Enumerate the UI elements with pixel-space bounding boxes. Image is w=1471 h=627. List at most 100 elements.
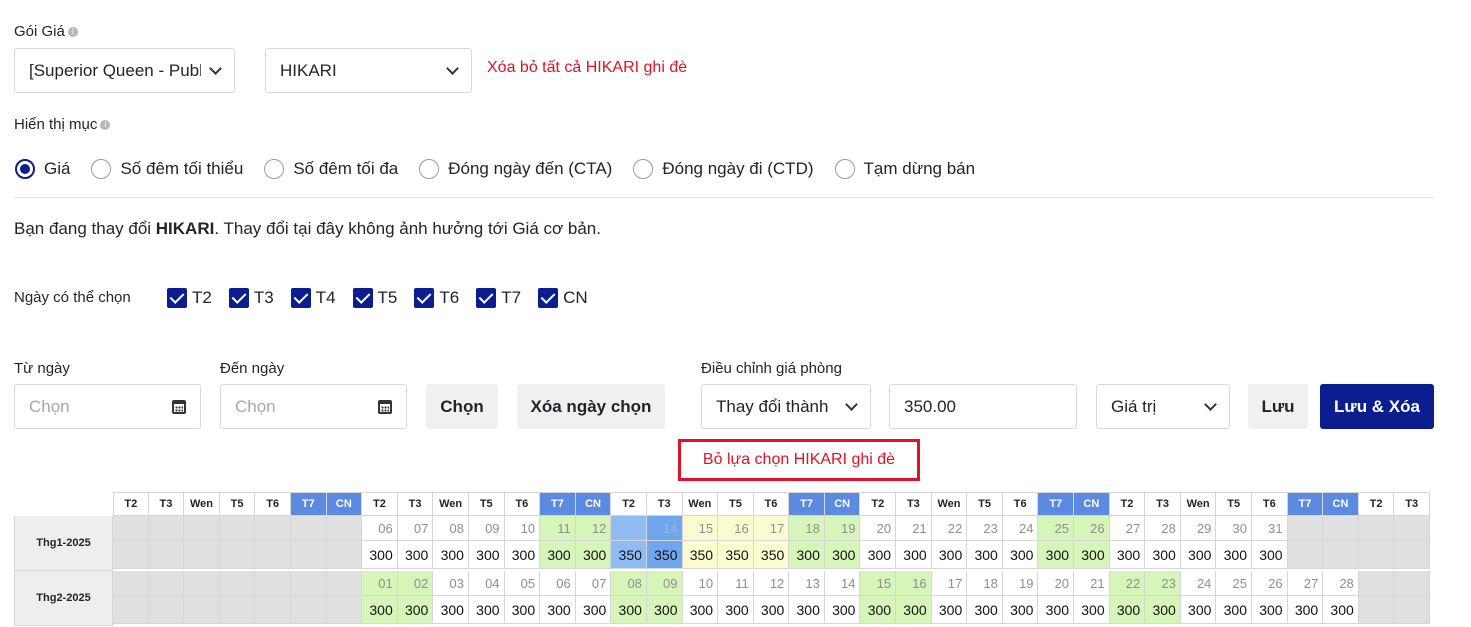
day-number-cell[interactable]: 19 <box>824 516 861 541</box>
day-number-cell[interactable]: 08 <box>433 516 469 541</box>
price-cell[interactable]: 300 <box>362 596 398 624</box>
display-option-4[interactable]: Đóng ngày đi (CTD) <box>633 159 814 179</box>
day-number-cell[interactable]: 20 <box>1038 571 1075 596</box>
day-number-cell[interactable]: 15 <box>682 516 719 541</box>
choose-button[interactable]: Chọn <box>426 384 498 429</box>
price-cell[interactable]: 300 <box>504 541 541 569</box>
clear-all-overrides-link[interactable]: Xóa bỏ tất cả HIKARI ghi đè <box>487 59 687 77</box>
day-checkbox-6[interactable]: CN <box>538 288 588 308</box>
day-number-cell[interactable]: 22 <box>931 516 968 541</box>
radio-button[interactable] <box>419 159 440 179</box>
clear-dates-button[interactable]: Xóa ngày chọn <box>517 384 665 429</box>
display-option-5[interactable]: Tạm dừng bán <box>834 159 975 179</box>
price-cell[interactable]: 300 <box>682 596 719 624</box>
day-number-cell[interactable]: 10 <box>682 571 719 596</box>
price-cell[interactable]: 300 <box>1145 541 1181 569</box>
price-cell[interactable]: 300 <box>896 596 932 624</box>
day-number-cell[interactable]: 12 <box>575 516 612 541</box>
price-cell[interactable]: 300 <box>1180 596 1217 624</box>
day-number-cell[interactable]: 10 <box>504 516 541 541</box>
checkbox-checked-icon[interactable] <box>414 288 435 308</box>
price-cell[interactable]: 300 <box>1216 541 1252 569</box>
price-cell[interactable]: 300 <box>1180 541 1217 569</box>
day-number-cell[interactable]: 03 <box>433 571 469 596</box>
day-number-cell[interactable]: 17 <box>753 516 790 541</box>
price-cell[interactable]: 300 <box>1323 596 1359 624</box>
day-number-cell[interactable]: 28 <box>1323 571 1359 596</box>
price-cell[interactable]: 300 <box>1145 596 1181 624</box>
checkbox-checked-icon[interactable] <box>228 288 249 308</box>
price-cell[interactable]: 300 <box>575 596 612 624</box>
day-number-cell[interactable]: 11 <box>540 516 576 541</box>
price-cell[interactable]: 300 <box>753 596 790 624</box>
price-cell[interactable]: 300 <box>1287 596 1324 624</box>
day-number-cell[interactable]: 13 <box>789 571 825 596</box>
price-cell[interactable]: 300 <box>1252 541 1288 569</box>
day-checkbox-2[interactable]: T4 <box>290 288 336 308</box>
adjust-amount-input[interactable]: 350.00 <box>889 384 1077 429</box>
unselect-override-button[interactable]: Bỏ lựa chọn HIKARI ghi đè <box>678 439 920 481</box>
price-cell[interactable]: 300 <box>1002 541 1039 569</box>
price-cell[interactable]: 350 <box>718 541 754 569</box>
save-button[interactable]: Lưu <box>1248 384 1308 429</box>
display-option-3[interactable]: Đóng ngày đến (CTA) <box>419 159 612 179</box>
day-number-cell[interactable]: 21 <box>896 516 932 541</box>
day-number-cell[interactable]: 14 <box>824 571 861 596</box>
price-cell[interactable]: 300 <box>1002 596 1039 624</box>
day-number-cell[interactable]: 28 <box>1145 516 1181 541</box>
day-checkbox-4[interactable]: T6 <box>414 288 459 308</box>
price-cell[interactable]: 300 <box>860 541 897 569</box>
display-option-0[interactable]: Giá <box>15 159 70 179</box>
day-number-cell[interactable]: 26 <box>1252 571 1288 596</box>
price-cell[interactable]: 300 <box>397 541 434 569</box>
day-number-cell[interactable]: 12 <box>753 571 790 596</box>
day-number-cell[interactable]: 23 <box>1145 571 1181 596</box>
display-option-1[interactable]: Số đêm tối thiểu <box>91 159 243 179</box>
day-number-cell[interactable]: 17 <box>931 571 968 596</box>
checkbox-checked-icon[interactable] <box>538 288 559 308</box>
day-number-cell[interactable]: 08 <box>611 571 647 596</box>
adjust-amount-value[interactable]: 350.00 <box>904 397 956 417</box>
day-number-cell[interactable]: 24 <box>1002 516 1039 541</box>
day-number-cell[interactable]: 07 <box>575 571 612 596</box>
day-number-cell[interactable]: 07 <box>397 516 434 541</box>
price-cell[interactable]: 300 <box>504 596 541 624</box>
price-cell[interactable]: 300 <box>1109 596 1146 624</box>
radio-button[interactable] <box>264 159 285 179</box>
day-number-cell[interactable]: 13 <box>611 516 647 541</box>
day-number-cell[interactable]: 01 <box>362 571 398 596</box>
to-date-input[interactable] <box>220 384 407 429</box>
price-cell[interactable]: 300 <box>362 541 398 569</box>
price-cell[interactable]: 300 <box>468 596 505 624</box>
day-number-cell[interactable]: 02 <box>397 571 434 596</box>
day-number-cell[interactable]: 23 <box>967 516 1003 541</box>
price-cell[interactable]: 300 <box>824 596 861 624</box>
day-number-cell[interactable]: 25 <box>1038 516 1075 541</box>
price-cell[interactable]: 300 <box>967 596 1003 624</box>
price-cell[interactable]: 300 <box>1038 596 1075 624</box>
price-cell[interactable]: 300 <box>1252 596 1288 624</box>
price-cell[interactable]: 350 <box>646 541 683 569</box>
day-number-cell[interactable]: 09 <box>646 571 683 596</box>
day-number-cell[interactable]: 14 <box>646 516 683 541</box>
price-cell[interactable]: 300 <box>1074 541 1110 569</box>
adjust-mode-select[interactable]: Thay đổi thành <box>701 384 871 429</box>
checkbox-checked-icon[interactable] <box>167 288 187 308</box>
room-rate-select[interactable]: [Superior Queen - Publ <box>14 48 235 93</box>
price-cell[interactable]: 300 <box>397 596 434 624</box>
price-cell[interactable]: 300 <box>1074 596 1110 624</box>
day-number-cell[interactable]: 11 <box>718 571 754 596</box>
checkbox-checked-icon[interactable] <box>476 288 497 308</box>
day-number-cell[interactable]: 29 <box>1180 516 1217 541</box>
price-cell[interactable]: 300 <box>789 541 825 569</box>
day-number-cell[interactable]: 16 <box>718 516 754 541</box>
day-number-cell[interactable]: 27 <box>1287 571 1324 596</box>
price-cell[interactable]: 300 <box>611 596 647 624</box>
day-number-cell[interactable]: 05 <box>504 571 541 596</box>
calendar-icon[interactable] <box>172 399 186 414</box>
price-cell[interactable]: 300 <box>1038 541 1075 569</box>
price-cell[interactable]: 300 <box>718 596 754 624</box>
price-cell[interactable]: 300 <box>1109 541 1146 569</box>
day-number-cell[interactable]: 06 <box>540 571 576 596</box>
price-cell[interactable]: 300 <box>789 596 825 624</box>
